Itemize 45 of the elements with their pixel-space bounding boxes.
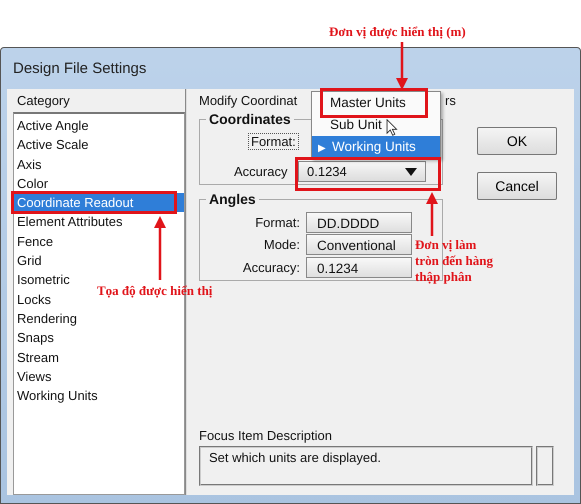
group-title: Coordinates (208, 111, 292, 127)
dropdown-arrow-icon (405, 168, 417, 176)
dialog-button[interactable]: OK (477, 127, 557, 155)
option-button[interactable]: DD.DDDD (306, 212, 412, 233)
category-item[interactable]: Active Angle (14, 116, 89, 136)
annotation-text: Đơn vị làm tròn đến hàng thập phân (415, 237, 494, 285)
annotation-text: Đơn vị được hiển thị (m) (329, 24, 466, 40)
field-label: Mode: (262, 237, 301, 252)
accuracy-label: Accuracy (234, 164, 288, 179)
category-item[interactable]: Axis (14, 154, 42, 174)
field-label: Format: (254, 214, 301, 230)
arrow (426, 192, 438, 236)
window-title: Design File Settings (13, 60, 146, 77)
focus-label: Focus Item Description (199, 428, 333, 443)
category-item[interactable]: Color (14, 174, 48, 194)
category-item[interactable]: Stream (14, 348, 59, 367)
category-item[interactable]: Element Attributes (14, 212, 122, 232)
menu-item[interactable]: ▶ Working Units (312, 136, 440, 158)
category-item[interactable]: Locks (14, 290, 51, 309)
category-item[interactable]: Active Scale (14, 135, 89, 155)
cursor-icon (386, 119, 398, 136)
category-item[interactable]: Isometric (14, 270, 70, 290)
arrow (154, 216, 166, 280)
menu-item[interactable]: Sub Unit (312, 114, 440, 136)
category-item[interactable]: Grid (14, 251, 42, 270)
group-title: Angles (208, 191, 257, 207)
category-item[interactable]: Views (14, 366, 52, 386)
category-item[interactable]: Snaps (14, 328, 54, 348)
accuracy-dropdown[interactable]: 0.1234 (298, 161, 426, 182)
field-label: Accuracy: (242, 260, 301, 275)
arrow (396, 42, 408, 90)
option-button[interactable]: Conventional (306, 234, 412, 256)
description-box: Set which units are displayed. (199, 446, 533, 486)
section-heading: rs (445, 93, 456, 108)
format-label: Format: (248, 133, 299, 150)
option-button[interactable]: 0.1234 (306, 256, 412, 278)
dialog-button[interactable]: Cancel (477, 172, 557, 200)
category-label: Category (17, 93, 71, 109)
section-heading: Modify Coordinat (199, 93, 298, 110)
category-item[interactable]: Working Units (14, 386, 98, 406)
menu-item[interactable]: Master Units (312, 92, 440, 114)
category-item[interactable]: Fence (14, 232, 54, 252)
category-item[interactable]: Rendering (14, 308, 77, 328)
annotation-text: Tọa độ được hiển thị (97, 283, 212, 299)
side-box (536, 446, 554, 486)
